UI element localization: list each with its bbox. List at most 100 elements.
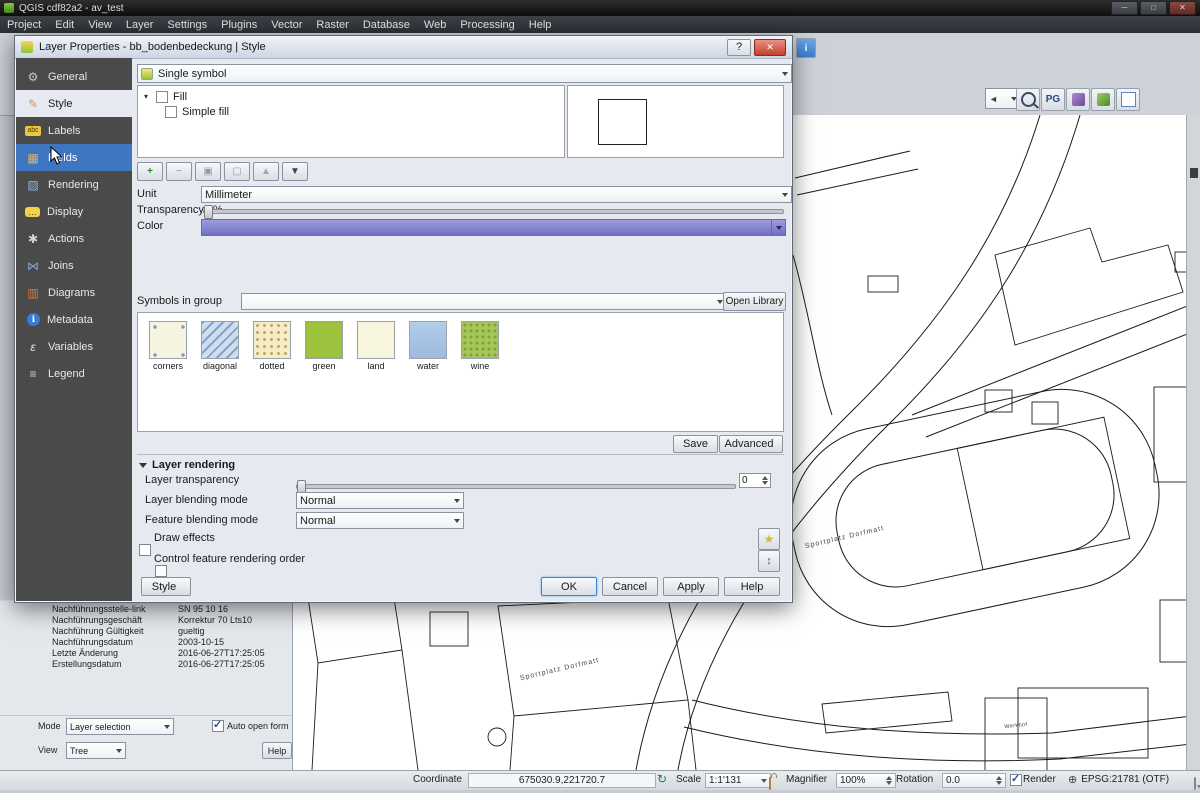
chevron-down-icon — [782, 193, 788, 200]
add-postgis-layer-icon[interactable]: PG — [1041, 88, 1065, 111]
dock-handle-icon[interactable] — [1190, 168, 1198, 178]
add-symbol-layer-button[interactable]: + — [137, 162, 163, 181]
symbol-layer-toolbar: + − ▣ ▢ ▲ ▼ — [137, 162, 308, 181]
menu-help[interactable]: Help — [522, 16, 559, 33]
open-library-button[interactable]: Open Library — [723, 292, 786, 311]
advanced-button[interactable]: Advanced — [719, 435, 783, 453]
menu-settings[interactable]: Settings — [160, 16, 214, 33]
spin-up-icon[interactable] — [762, 476, 768, 480]
menu-vector[interactable]: Vector — [264, 16, 309, 33]
render-checkbox[interactable] — [1010, 774, 1022, 786]
dialog-close-icon[interactable] — [754, 39, 786, 56]
add-vector-layer-icon[interactable] — [1091, 88, 1115, 111]
sidebar-item-variables[interactable]: ε Variables — [16, 333, 132, 360]
symbol-preset[interactable]: diagonal — [196, 321, 244, 371]
sidebar-item-labels[interactable]: abc Labels — [16, 117, 132, 144]
menu-edit[interactable]: Edit — [48, 16, 81, 33]
messages-icon[interactable] — [1194, 777, 1196, 790]
menu-raster[interactable]: Raster — [309, 16, 355, 33]
cancel-button[interactable]: Cancel — [602, 577, 658, 596]
move-up-button[interactable]: ▲ — [253, 162, 279, 181]
unit-select[interactable]: Millimeter — [201, 186, 792, 203]
menu-database[interactable]: Database — [356, 16, 417, 33]
extent-refresh-icon[interactable]: ↻ — [657, 772, 667, 786]
sidebar-item-fields[interactable]: ▦ Fields — [16, 144, 132, 171]
feature-blending-select[interactable]: Normal — [296, 512, 464, 529]
remove-symbol-layer-button[interactable]: − — [166, 162, 192, 181]
spin-down-icon[interactable] — [996, 781, 1002, 785]
sidebar-item-rendering[interactable]: ▨ Rendering — [16, 171, 132, 198]
symbol-preset[interactable]: dotted — [248, 321, 296, 371]
lock-symbol-layer-button[interactable]: ▣ — [195, 162, 221, 181]
add-spatialite-layer-icon[interactable] — [1066, 88, 1090, 111]
menu-processing[interactable]: Processing — [453, 16, 521, 33]
move-down-button[interactable]: ▼ — [282, 162, 308, 181]
duplicate-symbol-layer-button[interactable]: ▢ — [224, 162, 250, 181]
spin-down-icon[interactable] — [762, 481, 768, 485]
coordinate-field[interactable]: 675030.9,221720.7 — [468, 773, 656, 788]
sidebar-item-metadata[interactable]: ℹ Metadata — [16, 306, 132, 333]
minimize-icon[interactable] — [1111, 1, 1138, 15]
menu-layer[interactable]: Layer — [119, 16, 161, 33]
style-menu-button[interactable]: Style — [141, 577, 191, 596]
layer-blending-select[interactable]: Normal — [296, 492, 464, 509]
view-select[interactable]: Tree — [66, 742, 126, 759]
apply-button[interactable]: Apply — [663, 577, 719, 596]
symbols-group-select[interactable] — [241, 293, 727, 310]
sidebar-item-actions[interactable]: ✱ Actions — [16, 225, 132, 252]
spin-up-icon[interactable] — [886, 776, 892, 780]
symbol-preset[interactable]: green — [300, 321, 348, 371]
spin-down-icon[interactable] — [886, 781, 892, 785]
help-button[interactable]: Help — [724, 577, 780, 596]
symbol-preset[interactable]: corners — [144, 321, 192, 371]
symbol-preset[interactable]: water — [404, 321, 452, 371]
slider-handle[interactable] — [204, 205, 213, 219]
renderer-select[interactable]: Single symbol — [137, 64, 792, 83]
tree-item-simple-fill[interactable]: Simple fill — [141, 104, 561, 119]
spin-up-icon[interactable] — [996, 776, 1002, 780]
symbol-preset[interactable]: wine — [456, 321, 504, 371]
rotation-spinbox[interactable]: 0.0 — [942, 773, 1006, 788]
panel-help-button[interactable]: Help — [262, 742, 292, 759]
define-order-icon[interactable]: ↕ — [758, 550, 780, 572]
control-rendering-order-checkbox[interactable] — [155, 565, 167, 577]
sidebar-item-display[interactable]: … Display — [16, 198, 132, 225]
symbol-layer-tree[interactable]: ▾ Fill Simple fill — [137, 85, 565, 158]
auto-open-form-checkbox[interactable] — [212, 720, 224, 732]
color-button[interactable] — [201, 219, 786, 236]
scale-combo[interactable]: 1:1'131 — [705, 773, 771, 788]
dialog-help-icon[interactable]: ? — [727, 39, 751, 56]
menu-web[interactable]: Web — [417, 16, 453, 33]
sidebar-item-joins[interactable]: ⋈ Joins — [16, 252, 132, 279]
expander-icon[interactable]: ▾ — [141, 92, 151, 101]
close-window-icon[interactable] — [1169, 1, 1196, 15]
save-style-button[interactable]: Save — [673, 435, 718, 453]
magnifier-spinbox[interactable]: 100% — [836, 773, 896, 788]
layer-transparency-spinbox[interactable]: 0 — [739, 473, 771, 488]
layer-transparency-slider[interactable] — [296, 484, 736, 489]
divider — [137, 454, 784, 455]
ok-button[interactable]: OK — [541, 577, 597, 596]
symbol-preset[interactable]: land — [352, 321, 400, 371]
sidebar-item-general[interactable]: ⚙ General — [16, 63, 132, 90]
sidebar-item-diagrams[interactable]: ▥ Diagrams — [16, 279, 132, 306]
add-delimited-text-layer-icon[interactable] — [1116, 88, 1140, 111]
menu-view[interactable]: View — [81, 16, 119, 33]
draw-effects-checkbox[interactable] — [139, 544, 151, 556]
layer-rendering-section-header[interactable]: Layer rendering — [139, 459, 235, 471]
customize-effects-icon[interactable]: ★ — [758, 528, 780, 550]
zoom-icon[interactable] — [1016, 88, 1040, 111]
lock-scale-icon[interactable] — [769, 777, 771, 790]
sidebar-item-legend[interactable]: ≡ Legend — [16, 360, 132, 387]
tree-item-fill[interactable]: ▾ Fill — [141, 89, 561, 104]
auto-open-form-label: Auto open form — [227, 721, 289, 731]
crs-status-button[interactable]: ⊕ EPSG:21781 (OTF) — [1068, 773, 1169, 786]
transparency-slider[interactable] — [203, 209, 784, 214]
identify-features-icon[interactable]: i — [796, 38, 816, 58]
menu-project[interactable]: Project — [0, 16, 48, 33]
mode-select[interactable]: Layer selection — [66, 718, 174, 735]
sidebar-item-style[interactable]: ✎ Style — [16, 90, 132, 117]
dialog-titlebar[interactable]: Layer Properties - bb_bodenbedeckung | S… — [15, 36, 792, 59]
maximize-icon[interactable] — [1140, 1, 1167, 15]
menu-plugins[interactable]: Plugins — [214, 16, 264, 33]
